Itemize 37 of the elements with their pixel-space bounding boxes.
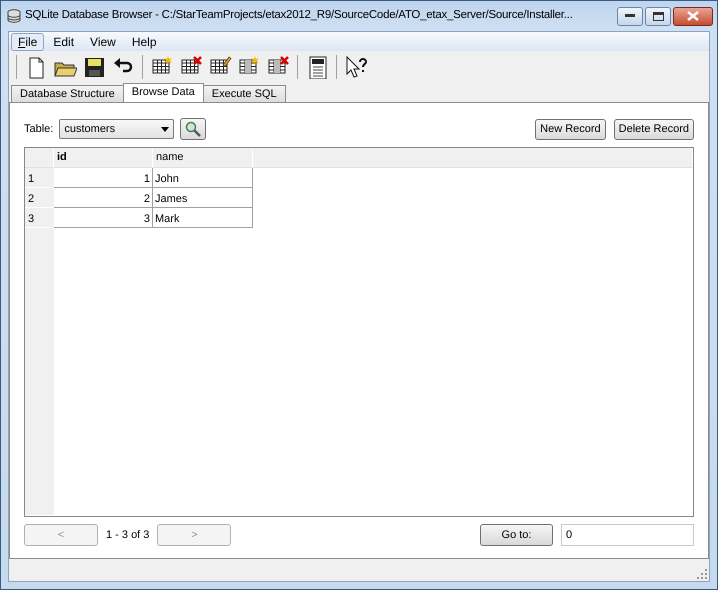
page-range: 1 - 3 of 3 xyxy=(106,528,150,543)
database-icon xyxy=(7,9,21,23)
search-button[interactable] xyxy=(180,118,206,140)
dropdown-arrow-icon xyxy=(161,126,170,132)
record-button[interactable]: Delete Record xyxy=(614,118,694,140)
minimize-icon xyxy=(625,14,635,18)
close-button[interactable] xyxy=(673,6,713,26)
grid-corner xyxy=(25,148,54,168)
search-icon xyxy=(185,121,202,137)
column-header[interactable]: name xyxy=(153,148,253,168)
row-header[interactable]: 1 xyxy=(25,168,54,188)
window-title: SQLite Database Browser - C:/StarTeamProjects/etax2012_R9/SourceCode/ATO_etax_Server/Source/Installer... xyxy=(25,8,573,24)
table-label: Table: xyxy=(24,122,54,137)
table-cell[interactable]: 2 xyxy=(54,188,153,208)
minimize-button[interactable] xyxy=(617,6,643,26)
tab[interactable]: Database Structure xyxy=(11,85,124,102)
menu-item[interactable]: View xyxy=(83,32,123,50)
save-icon[interactable] xyxy=(82,55,106,79)
close-icon xyxy=(687,11,699,21)
maximize-button[interactable] xyxy=(645,6,671,26)
record-button[interactable]: New Record xyxy=(535,118,606,140)
help-pointer-icon[interactable] xyxy=(344,55,368,79)
row-header[interactable]: 2 xyxy=(25,188,54,208)
tab[interactable]: Execute SQL xyxy=(202,85,286,102)
menu-item[interactable]: Edit xyxy=(46,32,82,50)
row-header[interactable]: 3 xyxy=(25,208,54,228)
resize-grip-icon[interactable] xyxy=(697,569,707,579)
tab[interactable]: Browse Data xyxy=(122,83,204,102)
goto-button[interactable]: Go to: xyxy=(480,524,553,546)
column-header[interactable]: id xyxy=(54,148,153,168)
menu-item[interactable]: Help xyxy=(124,32,164,50)
table-cell[interactable]: 1 xyxy=(54,168,153,188)
maximize-icon xyxy=(652,12,664,20)
goto-field[interactable]: 0 xyxy=(561,524,694,546)
table-dropdown[interactable]: customers xyxy=(59,119,174,139)
menu-item[interactable]: File xyxy=(11,32,44,50)
table-cell[interactable]: 3 xyxy=(54,208,153,228)
